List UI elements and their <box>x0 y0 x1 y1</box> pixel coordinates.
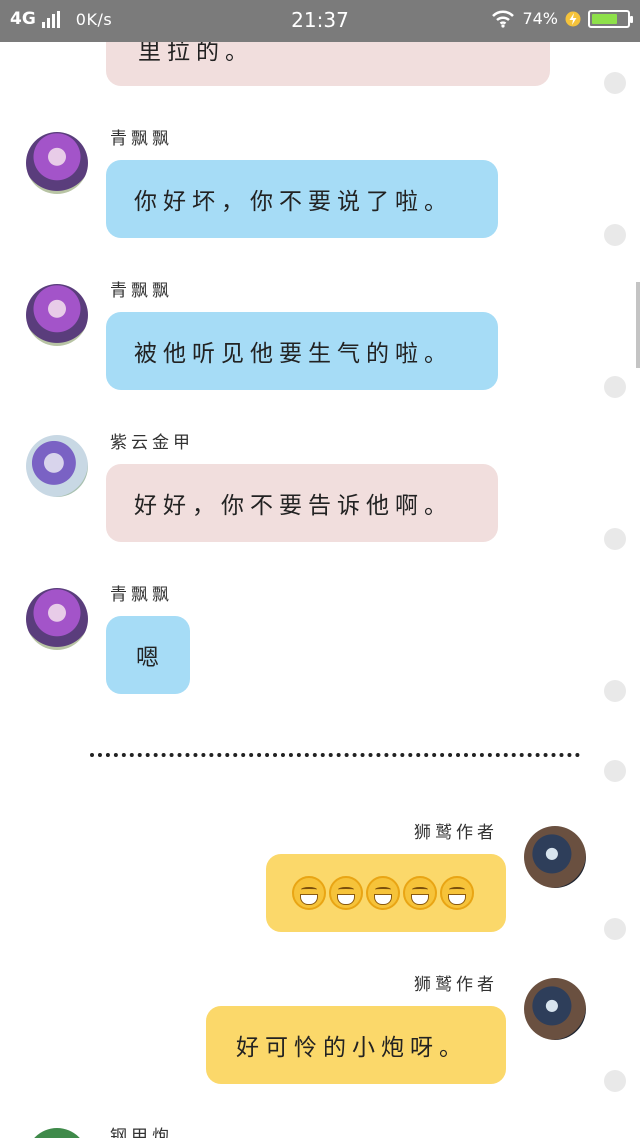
message-text: 你好坏，你不要说了啦。 <box>134 189 453 215</box>
sender-name: 钢甲炮 <box>110 1127 173 1138</box>
avatar[interactable] <box>26 1128 88 1138</box>
battery-icon <box>588 9 633 28</box>
sender-name: 紫云金甲 <box>110 433 194 453</box>
avatar[interactable] <box>524 826 586 888</box>
unread-divider <box>90 753 580 757</box>
select-checkbox[interactable] <box>604 918 626 940</box>
avatar[interactable] <box>524 978 586 1040</box>
battery-percent: 74% <box>522 9 558 28</box>
message-text: 被他听见他要生气的啦。 <box>134 341 453 367</box>
grinning-face-emoji <box>292 876 326 910</box>
sender-name: 青飘飘 <box>110 585 173 605</box>
select-checkbox[interactable] <box>604 760 626 782</box>
charging-icon <box>565 11 581 26</box>
grinning-face-emoji <box>366 876 400 910</box>
message-bubble[interactable]: 好可怜的小炮呀。 <box>206 1006 506 1084</box>
sender-name: 青飘飘 <box>110 281 173 301</box>
avatar[interactable] <box>26 435 88 497</box>
sender-name: 青飘飘 <box>110 129 173 149</box>
message-text: 好可怜的小炮呀。 <box>236 1035 468 1061</box>
wifi-icon <box>492 10 515 28</box>
select-checkbox[interactable] <box>604 680 626 702</box>
sender-name: 狮鹫作者 <box>414 823 498 843</box>
grinning-face-emoji <box>440 876 474 910</box>
avatar[interactable] <box>26 132 88 194</box>
message-text: 里拉的。 <box>138 42 254 65</box>
message-bubble[interactable]: 你好坏，你不要说了啦。 <box>106 160 498 238</box>
sender-name: 狮鹫作者 <box>414 975 498 995</box>
scrollbar[interactable] <box>636 282 640 368</box>
message-bubble[interactable]: 嗯 <box>106 616 190 694</box>
select-checkbox[interactable] <box>604 224 626 246</box>
select-checkbox[interactable] <box>604 1070 626 1092</box>
message-bubble[interactable]: 好好，你不要告诉他啊。 <box>106 464 498 542</box>
avatar[interactable] <box>26 588 88 650</box>
avatar[interactable] <box>26 284 88 346</box>
message-bubble[interactable] <box>266 854 506 932</box>
select-checkbox[interactable] <box>604 376 626 398</box>
message-text: 嗯 <box>136 645 165 671</box>
select-checkbox[interactable] <box>604 72 626 94</box>
chat-message-list[interactable]: 里拉的。 青飘飘 你好坏，你不要说了啦。 青飘飘 被他听见他要生气的啦。 紫云金… <box>0 42 640 1138</box>
message-bubble[interactable]: 里拉的。 <box>106 42 550 86</box>
message-text: 好好，你不要告诉他啊。 <box>134 493 453 519</box>
grinning-face-emoji <box>329 876 363 910</box>
status-bar: 4G 0K/s 21:37 74% <box>0 0 640 42</box>
select-checkbox[interactable] <box>604 528 626 550</box>
message-bubble[interactable]: 被他听见他要生气的啦。 <box>106 312 498 390</box>
grinning-face-emoji <box>403 876 437 910</box>
battery-fill <box>592 13 618 24</box>
